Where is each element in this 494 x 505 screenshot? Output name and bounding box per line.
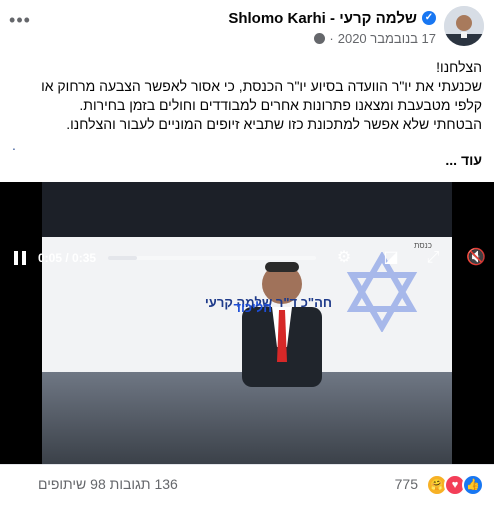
post-line: שכנעתי את יו"ר הוועדה בסיוע יו"ר הכנסת, … — [41, 78, 482, 94]
fullscreen-icon[interactable]: ⤢ — [423, 248, 443, 268]
avatar-photo — [444, 6, 484, 46]
pause-icon[interactable] — [14, 251, 26, 265]
picture-in-picture-icon[interactable]: ◪ — [381, 248, 401, 268]
post-date[interactable]: 17 בנובמבר 2020 — [338, 31, 436, 46]
volume-muted-icon[interactable]: 🔇 — [466, 248, 486, 268]
party-logo-text: הליכוד — [233, 300, 272, 315]
like-reaction-icon: 👍 — [462, 474, 484, 496]
more-options-icon[interactable]: ••• — [8, 10, 32, 30]
globe-icon — [314, 32, 326, 44]
author-name[interactable]: Shlomo Karhi - שלמה קרעי — [228, 10, 417, 27]
verified-icon: ✓ — [422, 11, 436, 25]
settings-gear-icon[interactable]: ⚙ — [334, 248, 354, 268]
post-line: הצלחנו! — [436, 59, 482, 75]
video-controls — [0, 424, 494, 464]
video-time: 0:05 / 0:35 — [38, 251, 97, 265]
post-line: הבטחתי שלא אפשר למתכונת כזו שתביא זיופים… — [66, 116, 482, 132]
video-player[interactable]: כנסת חה"כ ד"ר שלמה קרעי הליכוד — [0, 182, 494, 464]
progress-fill — [108, 256, 138, 260]
reaction-icons[interactable]: 🤗 ♥ 👍 — [426, 474, 484, 496]
see-more-link[interactable]: עוד ... — [445, 152, 482, 168]
reaction-count[interactable]: 775 — [395, 476, 418, 492]
video-top-band — [42, 182, 452, 237]
post-line: קלפי מטבעבת ומצאנו פתרונות אחרים למבודדי… — [79, 97, 482, 113]
progress-bar[interactable] — [108, 256, 316, 260]
post-meta: 17 בנובמבר 2020 · — [314, 29, 436, 47]
author-avatar[interactable] — [444, 6, 484, 46]
hashtag-link[interactable]: . — [12, 137, 16, 153]
speaker-figure — [242, 262, 322, 387]
separator-dot: · — [329, 30, 334, 46]
post-body: הצלחנו! שכנעתי את יו"ר הוועדה בסיוע יו"ר… — [12, 58, 482, 134]
comments-shares-count[interactable]: 136 תגובות 98 שיתופים — [38, 476, 178, 492]
author-name-row[interactable]: Shlomo Karhi - שלמה קרעי ✓ — [228, 8, 436, 28]
video-frame: כנסת חה"כ ד"ר שלמה קרעי הליכוד — [42, 182, 452, 464]
